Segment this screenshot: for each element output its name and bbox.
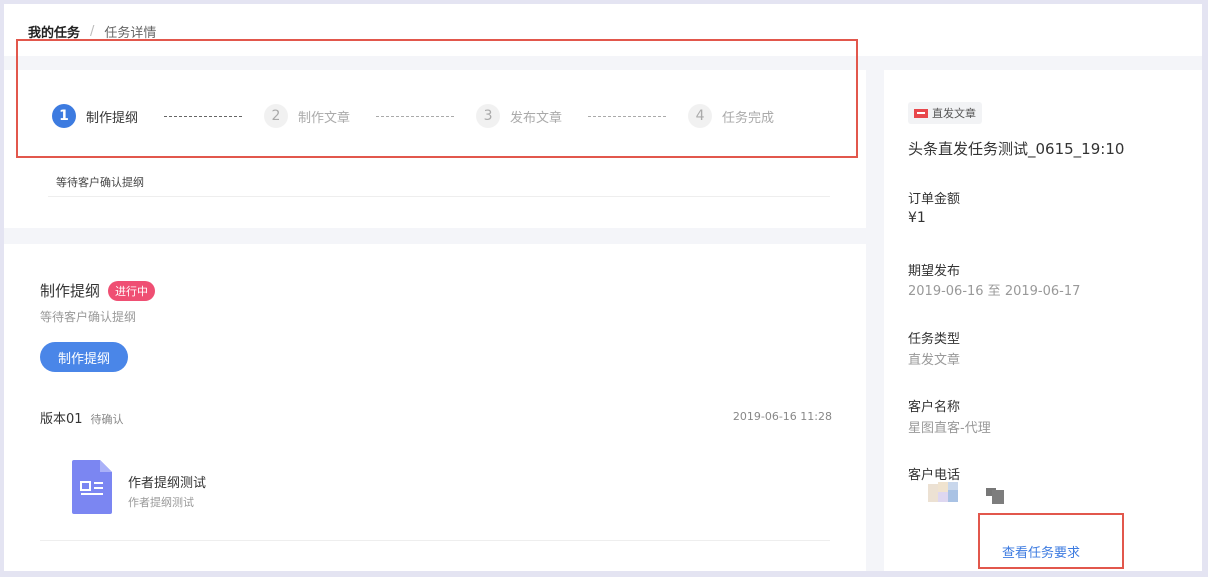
task-type-tag: 直发文章 [908, 102, 982, 124]
document-subtitle: 作者提纲测试 [128, 496, 194, 509]
step-status-hint: 等待客户确认提纲 [56, 176, 144, 189]
divider [48, 196, 830, 197]
order-amount-value: ¥1 [908, 210, 926, 226]
status-badge: 进行中 [108, 280, 156, 301]
divider [40, 540, 830, 541]
version-status: 待确认 [90, 413, 124, 426]
document-icon[interactable] [72, 460, 112, 518]
version-time: 2019-06-16 11:28 [732, 410, 832, 423]
task-title: 制作提纲 [40, 282, 101, 300]
task-type-value: 直发文章 [908, 353, 961, 368]
order-amount-label: 订单金额 [908, 192, 961, 207]
version-name: 版本01 [40, 412, 83, 427]
expected-publish-value: 2019-06-16 至 2019-06-17 [908, 284, 1081, 299]
highlight-box [16, 39, 858, 158]
document-title[interactable]: 作者提纲测试 [128, 472, 206, 491]
version-header: 版本01 待确认 [40, 408, 124, 427]
task-card: 制作提纲 进行中 等待客户确认提纲 制作提纲 版本01 待确认 2019-06-… [4, 244, 866, 571]
breadcrumb-separator: / [90, 24, 95, 39]
task-name: 头条直发任务测试_0615_19:10 [908, 140, 1125, 158]
customer-name-value: 星图直客-代理 [908, 421, 991, 436]
task-type-tag-label: 直发文章 [932, 107, 976, 120]
expected-publish-label: 期望发布 [908, 264, 961, 279]
make-outline-button[interactable]: 制作提纲 [40, 342, 128, 372]
customer-phone-redacted [928, 480, 1008, 510]
article-icon [914, 108, 928, 118]
task-type-label: 任务类型 [908, 332, 961, 347]
task-subtitle: 等待客户确认提纲 [40, 310, 137, 324]
page-frame: 我的任务 / 任务详情 1 制作提纲 2 制作文章 3 发布文章 4 任务完成 … [4, 4, 1202, 571]
highlight-box [978, 513, 1124, 569]
task-info-panel: 直发文章 头条直发任务测试_0615_19:10 订单金额 ¥1 期望发布 20… [884, 70, 1202, 571]
customer-name-label: 客户名称 [908, 400, 961, 415]
task-section-title: 制作提纲 进行中 [40, 280, 156, 301]
